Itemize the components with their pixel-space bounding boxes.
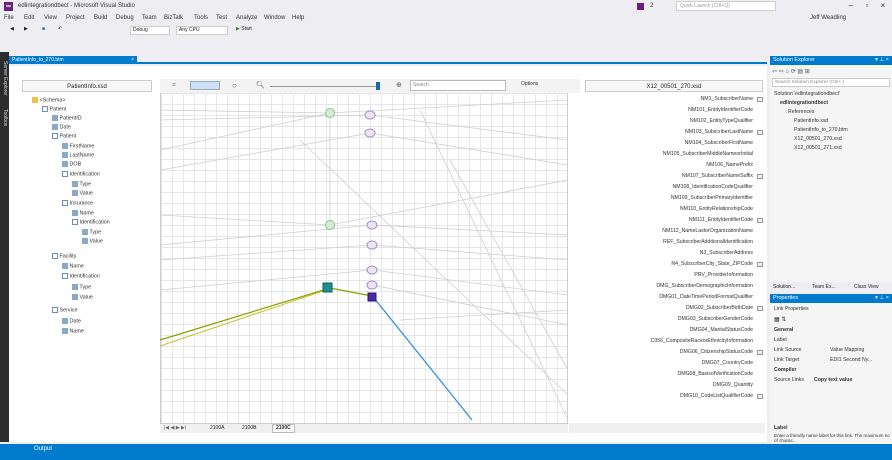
active-link-yellow[interactable] (159, 289, 327, 347)
tab-solution[interactable]: Solution... (773, 284, 795, 290)
category-compiler[interactable]: Compiler (774, 367, 796, 373)
target-node[interactable]: NM1_SubscriberName (701, 96, 753, 102)
solution-explorer-header: Solution Explorer ▾ ⊥ × (770, 56, 892, 65)
target-node[interactable]: PRV_ProviderInformation (694, 272, 753, 278)
target-node[interactable]: NM108_IdentificationCodeQualifier (673, 184, 753, 190)
prop-link-target-name: Link Target (774, 357, 800, 363)
page-tab[interactable]: 2100A (210, 425, 224, 431)
target-node[interactable]: DMG01_DateTimePeriodFormatQualifier (659, 294, 753, 300)
solution-explorer-panel: Solution Explorer ▾ ⊥ × ⇦ ⇨ ⌂ ⟳ ▤ ⊞ Searc… (770, 56, 892, 282)
output-bar[interactable]: Output (0, 444, 892, 460)
se-search-input[interactable]: Search Solution Explorer (Ctrl+;) (772, 78, 890, 87)
category-general[interactable]: General (774, 327, 793, 333)
element-icon (757, 174, 763, 179)
target-node[interactable]: NM111_EntityIdentifierCode (689, 217, 753, 223)
target-node[interactable]: N3_SubscriberAddress (700, 250, 753, 256)
horizontal-scrollbar[interactable] (569, 423, 765, 433)
functoid[interactable] (364, 128, 376, 138)
description-title: Label (774, 425, 788, 431)
prop-link-target-value[interactable]: EDI1 Second Ny... (830, 357, 872, 363)
pin-icon[interactable]: ▾ ⊥ × (875, 56, 889, 65)
page-nav-icon[interactable]: |◀ ◀ ▶ ▶| (164, 425, 186, 431)
properties-object[interactable]: Link Properties (774, 306, 809, 312)
tab-class-view[interactable]: Class View (854, 284, 879, 290)
target-node[interactable]: NM107_SubscriberNameSuffix (682, 173, 753, 179)
solution-node[interactable]: Solution 'edlintegrationdbect' (774, 91, 840, 97)
target-node[interactable]: DMG_SubscriberDemographicInformation (656, 283, 753, 289)
target-node[interactable]: C056_CompositeRaceorEthnicityInformation (651, 338, 753, 344)
pin-icon[interactable]: ▾ ⊥ × (875, 294, 889, 303)
description-text: Enter a friendly name label for this lin… (774, 433, 890, 443)
target-node[interactable]: DMG03_SubscriberGenderCode (678, 316, 753, 322)
page-tab-active[interactable]: 2100C (272, 424, 295, 433)
prop-link-source-name: Link Source (774, 347, 802, 353)
file-node[interactable]: X12_00501_271.xsd (794, 145, 842, 151)
target-node[interactable]: N4_SubscriberCity_State_ZIPCode (671, 261, 753, 267)
target-node[interactable]: DMG07_CountryCode (702, 360, 753, 366)
properties-panel: Properties ▾ ⊥ × Link Properties ▦ ⇅ Gene… (770, 294, 892, 444)
file-node[interactable]: PatientInfo_to_270.btm (794, 127, 848, 133)
prop-link-source-value[interactable]: Value Mapping (830, 347, 864, 353)
target-node[interactable]: DMG02_SubscriberBirthDate (686, 305, 753, 311)
target-node[interactable]: NM103_SubscriberLastName (685, 129, 753, 135)
target-node[interactable]: NM101_EntityIdentifierCode (688, 107, 753, 113)
target-schema-list: NM1_SubscriberName NM101_EntityIdentifie… (569, 93, 765, 423)
element-icon (757, 97, 763, 102)
page-tab[interactable]: 2100B (242, 425, 256, 431)
target-node[interactable]: NM104_SubscriberFirstName (685, 140, 753, 146)
element-icon (757, 394, 763, 399)
prop-label-name: Label (774, 337, 787, 343)
functoid[interactable] (325, 220, 335, 230)
prop-source-links-name: Source Links (774, 377, 804, 383)
properties-header: Properties ▾ ⊥ × (770, 294, 892, 303)
explorer-tabs: Solution... Team Ex... Class View (770, 282, 892, 292)
functoid[interactable] (364, 110, 376, 120)
target-node[interactable]: DMG04_MaritalStatusCode (690, 327, 753, 333)
tab-team-explorer[interactable]: Team Ex... (812, 284, 836, 290)
element-icon (757, 262, 763, 267)
selected-functoid[interactable] (322, 282, 333, 293)
prop-source-links-value[interactable]: Copy text value (814, 377, 852, 383)
functoid[interactable] (366, 280, 378, 290)
functoid[interactable] (366, 240, 378, 250)
functoid[interactable] (366, 265, 378, 275)
functoid[interactable] (325, 108, 335, 118)
output-label: Output (34, 446, 53, 452)
target-node[interactable]: DMG09_Quantity (713, 382, 753, 388)
target-node[interactable]: NM112_NameLastorOrganizationName (662, 228, 753, 234)
functoid[interactable] (366, 220, 378, 230)
element-icon (757, 218, 763, 223)
target-node[interactable]: REF_SubscriberAdditionalIdentification (663, 239, 753, 245)
target-node[interactable]: NM110_EntityRelationshipCode (680, 206, 753, 212)
element-icon (757, 306, 763, 311)
se-toolbar-icons[interactable]: ⇦ ⇨ ⌂ ⟳ ▤ ⊞ (772, 68, 810, 75)
active-link-green[interactable] (159, 287, 373, 341)
target-node[interactable]: NM109_SubscriberPrimaryIdentifier (671, 195, 753, 201)
selected-functoid[interactable] (367, 292, 377, 302)
target-node[interactable]: NM106_NamePrefix (706, 162, 753, 168)
element-icon (757, 350, 763, 355)
target-node[interactable]: NM105_SubscriberMiddleNameorInitial (663, 151, 753, 157)
element-icon (757, 130, 763, 135)
target-node[interactable]: DMG08_BasisofVerificationCode (677, 371, 753, 377)
sort-icons[interactable]: ▦ ⇅ (774, 316, 786, 323)
references-node[interactable]: References (788, 109, 815, 115)
target-node[interactable]: DMG10_CodeListQualifierCode (680, 393, 753, 399)
project-node[interactable]: edlintegrationdbect (780, 100, 828, 106)
page-tabs: |◀ ◀ ▶ ▶| 2100A 2100B 2100C (160, 423, 568, 433)
file-node[interactable]: X12_00501_270.xsd (794, 136, 842, 142)
file-node[interactable]: PatientInfo.xsd (794, 118, 828, 124)
target-node[interactable]: NM102_EntityTypeQualifier (690, 118, 753, 124)
target-node[interactable]: DMG06_CitizenshipStatusCode (680, 349, 753, 355)
